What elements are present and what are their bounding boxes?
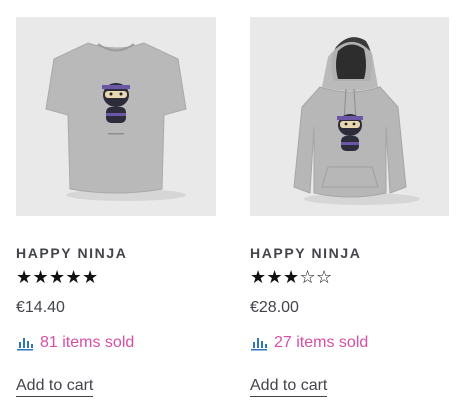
star-filled-icon: ★ xyxy=(32,267,49,288)
star-filled-icon: ★ xyxy=(250,267,267,288)
star-filled-icon: ★ xyxy=(49,267,66,288)
star-empty-icon: ☆ xyxy=(316,267,333,288)
product-image-tshirt[interactable] xyxy=(16,17,216,216)
bar-chart-icon xyxy=(251,338,267,351)
product-title[interactable]: HAPPY NINJA xyxy=(16,245,216,261)
star-rating: ★ ★ ★ ★ ★ xyxy=(16,268,216,288)
items-sold: 81 items sold xyxy=(16,333,216,353)
star-filled-icon: ★ xyxy=(266,267,283,288)
star-rating: ★ ★ ★ ☆ ☆ xyxy=(250,268,449,288)
star-empty-icon: ☆ xyxy=(299,267,316,288)
product-price: €28.00 xyxy=(250,299,299,316)
items-sold-text: 27 items sold xyxy=(274,334,369,351)
star-filled-icon: ★ xyxy=(283,267,300,288)
add-to-cart-button[interactable]: Add to cart xyxy=(250,376,328,397)
star-filled-icon: ★ xyxy=(65,267,82,288)
product-card: HAPPY NINJA ★ ★ ★ ★ ★ €14.40 81 items so… xyxy=(16,17,216,397)
tshirt-image xyxy=(16,17,216,216)
product-card: HAPPY NINJA ★ ★ ★ ☆ ☆ €28.00 27 items so… xyxy=(250,17,449,397)
star-filled-icon: ★ xyxy=(82,267,99,288)
items-sold-text: 81 items sold xyxy=(40,334,135,351)
product-image-hoodie[interactable] xyxy=(250,17,449,216)
bar-chart-icon xyxy=(17,338,33,351)
add-to-cart-button[interactable]: Add to cart xyxy=(16,376,94,397)
product-title[interactable]: HAPPY NINJA xyxy=(250,245,449,261)
product-price: €14.40 xyxy=(16,299,65,316)
star-filled-icon: ★ xyxy=(16,267,33,288)
hoodie-image xyxy=(250,17,449,216)
items-sold: 27 items sold xyxy=(250,333,449,353)
